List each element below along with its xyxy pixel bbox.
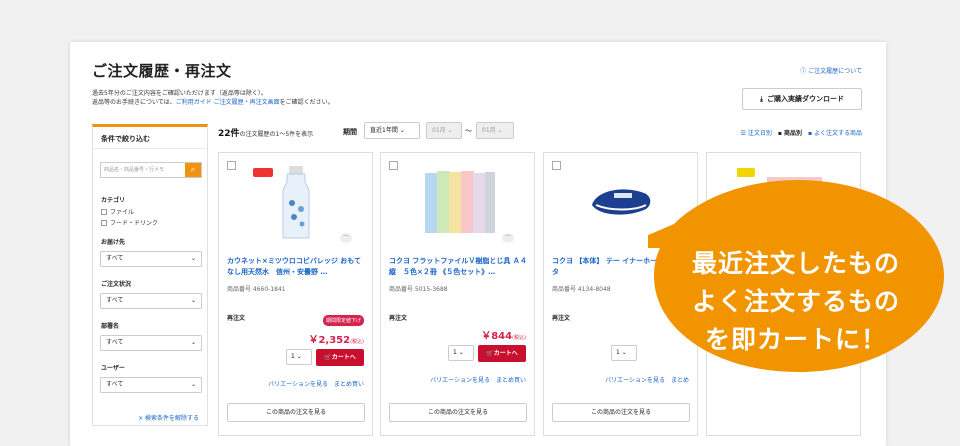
dest-label: お届け先 [101,239,126,246]
status-select[interactable]: すべて ⌄ [100,293,202,309]
to-month-select[interactable]: 01月 ⌄ [476,122,514,139]
product-number: 商品番号 5015-3688 [389,286,448,293]
product-card: ··· コクヨ フラットファイルＶ樹脂とじ具 Ａ４縦 ５色×２冊 《５色セット》… [380,152,535,436]
view-frequent-link[interactable]: ▪ よく注文する商品 [808,128,862,137]
reorder-label: 再注文 [552,315,571,322]
result-count: 22件の注文履歴の1〜5件を表示 [218,129,314,139]
range-tilde: 〜 [465,127,472,135]
product-name[interactable]: コクヨ フラットファイルＶ樹脂とじ具 Ａ４縦 ５色×２冊 《５色セット》… [389,256,529,278]
see-orders-button[interactable]: この商品の注文を見る [389,403,527,422]
product-name[interactable]: カウネット×ミツウロコビバレッジ おもてなし用天然水 信州・安曇野 … [227,256,367,278]
page-title: ご注文履歴・再注文 [92,62,232,80]
download-button[interactable]: ⤓ ご購入実績ダウンロード [742,88,862,110]
quantity-select[interactable]: 1 ⌄ [286,349,312,365]
filter-title: 条件で絞り込む [93,127,207,149]
filter-sidebar: 条件で絞り込む 商品名・商品番号・行メモ ⌕ カテゴリ ファイル フード・ドリンク… [92,124,208,426]
see-orders-button[interactable]: この商品の注文を見る [552,403,690,422]
category-label: カテゴリ [101,197,126,204]
variation-links[interactable]: バリエーションを見る まとめ買い [430,375,526,384]
product-image-file [425,171,495,233]
description: 過去5年分のご注文内容をご確認いただけます（返品等は除く）。 返品等のお手続きに… [92,90,334,106]
category-checkbox-file[interactable]: ファイル [101,207,134,216]
product-number: 商品番号 4660-1841 [227,286,286,293]
dest-select[interactable]: すべて ⌄ [100,251,202,267]
variation-links[interactable]: バリエーションを見る まとめ買い [268,379,364,388]
search-icon[interactable]: ⌕ [185,163,201,177]
clear-filters-link[interactable]: × 検索条件を解除する [138,413,199,422]
dept-label: 部署名 [101,323,120,330]
select-checkbox[interactable] [389,161,398,170]
price: ￥2,352(税込) [308,335,364,346]
more-icon[interactable]: ··· [502,233,514,243]
view-by-product-link[interactable]: ▪ 商品別 [778,128,802,137]
from-month-select[interactable]: 01月 ⌄ [426,122,462,139]
view-switcher: ☰ 注文日別 ▪ 商品別 ▪ よく注文する商品 [741,128,862,137]
select-checkbox[interactable] [552,161,561,170]
callout-text: 最近注文したもの よく注文するもの を即カートに！ [691,249,900,354]
period-label: 期間 [343,128,357,136]
help-link[interactable]: ⓘ ご注文履歴について [800,66,862,75]
add-to-cart-button[interactable]: 🛒カートへ [316,349,364,366]
status-label: ご注文状況 [101,281,132,288]
period-select[interactable]: 直近1年間 ⌄ [364,122,420,139]
product-card: ··· カウネット×ミツウロコビバレッジ おもてなし用天然水 信州・安曇野 … … [218,152,373,436]
dept-select[interactable]: すべて ⌄ [100,335,202,351]
add-to-cart-button[interactable]: 🛒カートへ [478,345,526,362]
variation-links[interactable]: バリエーションを見る まとめ [605,375,689,384]
price: ￥844(税込) [481,331,526,342]
reorder-label: 再注文 [227,315,246,322]
view-by-order-link[interactable]: ☰ 注文日別 [741,128,772,137]
search-input[interactable]: 商品名・商品番号・行メモ ⌕ [100,162,202,178]
quantity-select[interactable]: 1 ⌄ [611,345,637,361]
reorder-label: 再注文 [389,315,408,322]
user-label: ユーザー [101,365,125,372]
see-orders-button[interactable]: この商品の注文を見る [227,403,365,422]
select-checkbox[interactable] [227,161,236,170]
quantity-select[interactable]: 1 ⌄ [448,345,474,361]
sale-badge: 期間限定値下げ [322,315,364,326]
more-icon[interactable]: ··· [340,233,352,243]
guide-link[interactable]: ご利用ガイド ご注文履歴・再注文画面 [176,99,280,106]
product-image-water [253,166,310,239]
category-checkbox-food[interactable]: フード・ドリンク [101,218,158,227]
download-icon: ⤓ [759,94,764,103]
user-select[interactable]: すべて ⌄ [100,377,202,393]
product-number: 商品番号 4134-8048 [552,286,611,293]
